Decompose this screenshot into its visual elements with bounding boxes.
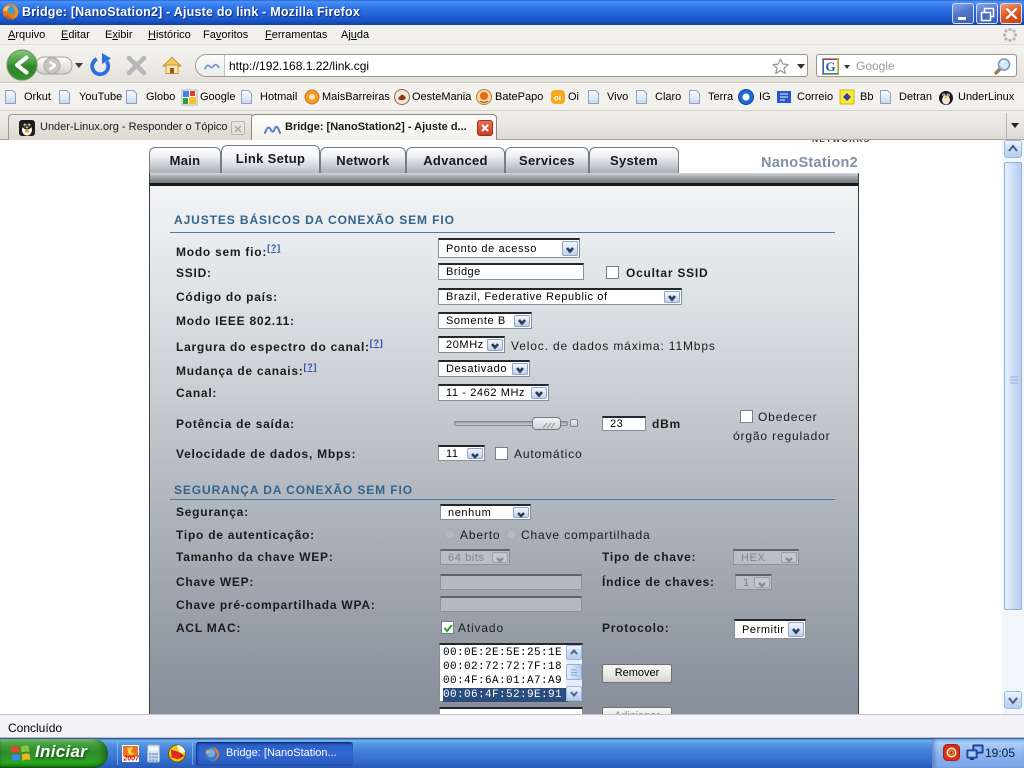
svg-text:2007: 2007 bbox=[123, 756, 141, 763]
svg-text:G: G bbox=[826, 59, 836, 74]
svg-text:oi: oi bbox=[554, 94, 561, 103]
